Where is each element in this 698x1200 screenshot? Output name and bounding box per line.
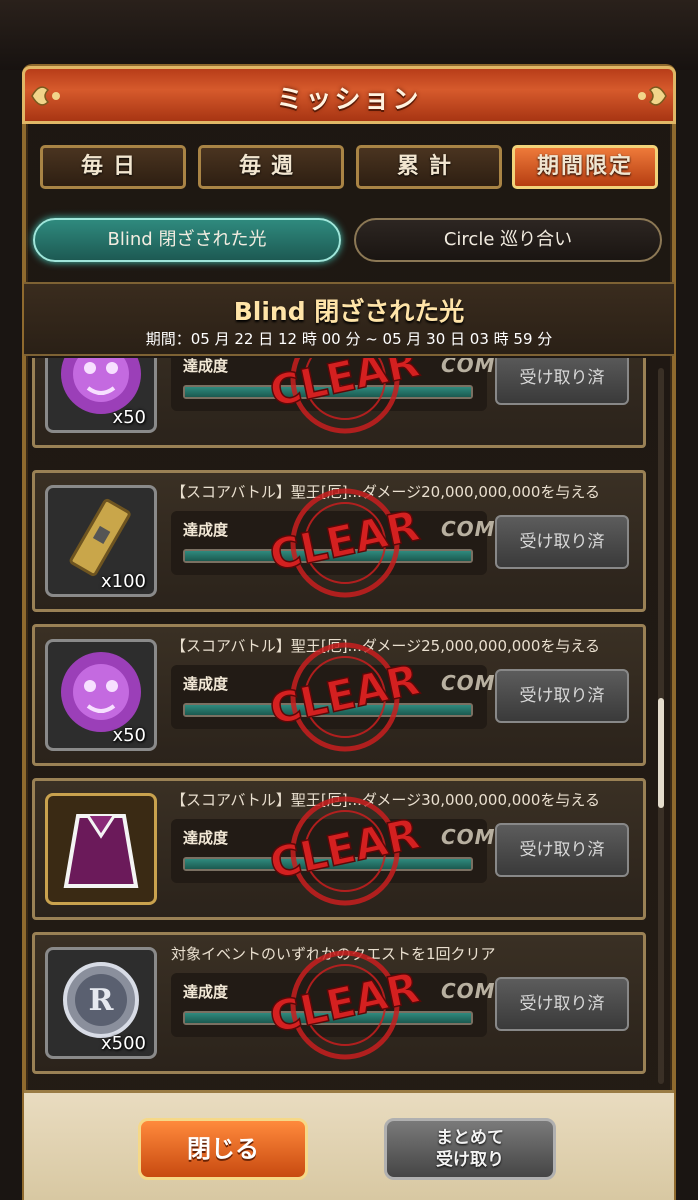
progress-panel: 達成度 COMPLETE	[171, 358, 568, 411]
reward-quantity: x50	[112, 725, 146, 746]
progress-label: 達成度	[183, 358, 229, 375]
title-bar: ミッション	[22, 66, 676, 124]
silver-coin-icon: R x500	[45, 947, 157, 1059]
mission-description: 【スコアバトル】聖王[厄]...ダメージ20,000,000,000を与える	[171, 483, 600, 501]
background	[0, 0, 698, 70]
progress-label: 達成度	[183, 521, 229, 539]
event-tab-blind[interactable]: Blind 閉ざされた光	[33, 218, 341, 262]
progress-bar	[183, 1011, 473, 1025]
cape-costume-icon	[45, 793, 157, 905]
mission-card: 【スコアバトル】聖王[厄]...ダメージ30,000,000,000を与える 達…	[32, 778, 646, 920]
svg-text:R: R	[89, 983, 115, 1018]
progress-fill	[185, 551, 471, 561]
progress-bar	[183, 385, 473, 399]
mission-description: 【スコアバトル】聖王[厄]...ダメージ25,000,000,000を与える	[171, 637, 600, 655]
progress-fill	[185, 387, 471, 397]
progress-fill	[185, 859, 471, 869]
progress-fill	[185, 705, 471, 715]
scrollbar-thumb[interactable]	[658, 698, 664, 808]
claimed-button[interactable]: 受け取り済	[495, 358, 629, 405]
progress-label: 達成度	[183, 983, 229, 1001]
close-button[interactable]: 閉じる	[138, 1118, 308, 1180]
gold-ticket-icon: x100	[45, 485, 157, 597]
progress-panel: 達成度 COMPLETE	[171, 665, 568, 729]
progress-fill	[185, 1013, 471, 1023]
purple-spirit-icon: x50	[45, 639, 157, 751]
progress-label: 達成度	[183, 675, 229, 693]
mission-card: x100 【スコアバトル】聖王[厄]...ダメージ20,000,000,000を…	[32, 470, 646, 612]
claimed-button[interactable]: 受け取り済	[495, 823, 629, 877]
ornament-icon	[638, 86, 667, 106]
mission-list[interactable]: x50 達成度 COMPLETE 受け取り済 CLEAR x100 【スコアバト…	[32, 358, 652, 1088]
mission-card: x50 【スコアバトル】聖王[厄]...ダメージ25,000,000,000を与…	[32, 624, 646, 766]
claimed-button[interactable]: 受け取り済	[495, 977, 629, 1031]
progress-bar	[183, 549, 473, 563]
mission-card: x50 達成度 COMPLETE 受け取り済 CLEAR	[32, 358, 646, 448]
tab-daily[interactable]: 毎日	[40, 145, 186, 189]
event-period: 期間：05 月 22 日 12 時 00 分 ~ 05 月 30 日 03 時 …	[145, 330, 553, 348]
purple-spirit-icon: x50	[45, 358, 157, 433]
tab-limited-time[interactable]: 期間限定	[512, 145, 658, 189]
progress-bar	[183, 857, 473, 871]
tab-cumulative[interactable]: 累計	[356, 145, 502, 189]
claim-all-label-line2: 受け取り	[436, 1150, 504, 1170]
progress-label: 達成度	[183, 829, 229, 847]
claim-all-button[interactable]: まとめて 受け取り	[384, 1118, 556, 1180]
progress-panel: 達成度 COMPLETE	[171, 511, 568, 575]
footer	[24, 1090, 674, 1200]
page-title: ミッション	[276, 85, 422, 115]
mission-description: 【スコアバトル】聖王[厄]...ダメージ30,000,000,000を与える	[171, 791, 600, 809]
reward-quantity: x100	[100, 571, 146, 592]
progress-panel: 達成度 COMPLETE	[171, 819, 568, 883]
scrollbar[interactable]	[658, 368, 664, 1084]
event-title: Blind 閉ざされた光	[233, 297, 465, 326]
tab-weekly[interactable]: 毎週	[198, 145, 344, 189]
progress-bar	[183, 703, 473, 717]
claim-all-label-line1: まとめて	[436, 1128, 504, 1148]
event-tab-circle[interactable]: Circle 巡り合い	[354, 218, 662, 262]
event-header: Blind 閉ざされた光 期間：05 月 22 日 12 時 00 分 ~ 05…	[24, 282, 674, 356]
mission-card: R x500 対象イベントのいずれかのクエストを1回クリア 達成度 COMPLE…	[32, 932, 646, 1074]
reward-quantity: x50	[112, 407, 146, 428]
mission-description: 対象イベントのいずれかのクエストを1回クリア	[171, 945, 496, 963]
progress-panel: 達成度 COMPLETE	[171, 973, 568, 1037]
claimed-button[interactable]: 受け取り済	[495, 669, 629, 723]
reward-quantity: x500	[100, 1033, 146, 1054]
ornament-icon	[31, 86, 60, 106]
claimed-button[interactable]: 受け取り済	[495, 515, 629, 569]
